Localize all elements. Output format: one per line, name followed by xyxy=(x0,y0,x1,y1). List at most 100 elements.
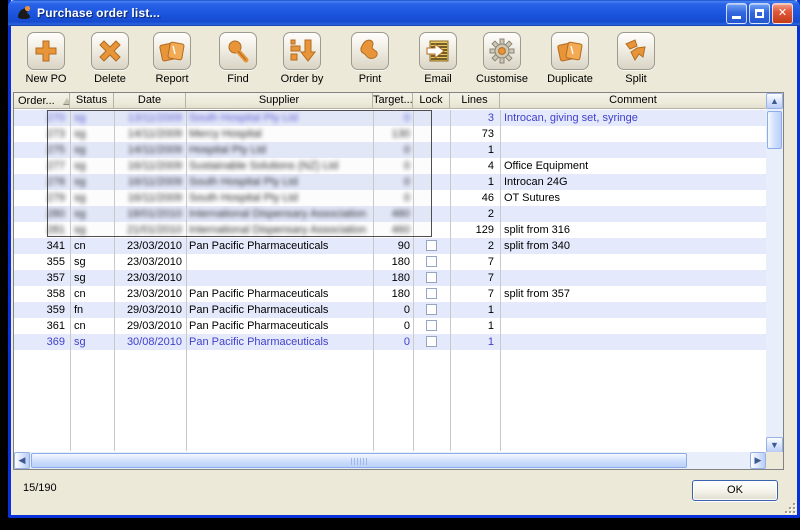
cell-date: 16/11/2009 xyxy=(114,158,186,174)
column-header-order[interactable]: Order... xyxy=(14,93,70,109)
toolbar-label: Report xyxy=(139,73,205,85)
table-row[interactable]: 270sg13/11/2009South Hospital Pty Ltd03I… xyxy=(14,110,766,126)
close-button[interactable]: ✕ xyxy=(772,3,793,24)
arrow-down-icon: ▼ xyxy=(770,441,779,450)
lock-checkbox[interactable] xyxy=(426,288,437,299)
lock-checkbox[interactable] xyxy=(426,256,437,267)
split-button[interactable]: Split xyxy=(603,32,669,85)
table-row[interactable]: 355sg23/03/20101807 xyxy=(14,254,766,270)
maximize-icon xyxy=(755,9,764,18)
cell-date: 13/11/2009 xyxy=(114,110,186,126)
cell-order: 361 xyxy=(14,318,70,334)
cell-lines: 46 xyxy=(450,190,500,206)
minimize-button[interactable] xyxy=(726,3,747,24)
scroll-down-button[interactable]: ▼ xyxy=(766,437,783,453)
lock-checkbox[interactable] xyxy=(426,272,437,283)
cell-target: 180 xyxy=(373,254,413,270)
column-header-lines[interactable]: Lines xyxy=(450,93,500,109)
duplicate-button[interactable]: Duplicate xyxy=(537,32,603,85)
delete-button[interactable]: Delete xyxy=(77,32,143,85)
cell-comment: Introcan, giving set, syringe xyxy=(500,110,766,126)
table-row[interactable]: 280sg18/01/2010International Dispensary … xyxy=(14,206,766,222)
maximize-button[interactable] xyxy=(749,3,770,24)
table-row[interactable]: 358cn23/03/2010Pan Pacific Pharmaceutica… xyxy=(14,286,766,302)
scroll-right-button[interactable]: ▶ xyxy=(750,452,766,469)
cell-comment xyxy=(500,334,766,350)
resize-grip[interactable] xyxy=(783,501,795,513)
cell-lock xyxy=(413,238,450,254)
email-button[interactable]: Email xyxy=(405,32,471,85)
lock-checkbox[interactable] xyxy=(426,336,437,347)
table-row[interactable]: 341cn23/03/2010Pan Pacific Pharmaceutica… xyxy=(14,238,766,254)
table-row[interactable]: 357sg23/03/20101807 xyxy=(14,270,766,286)
purchase-order-list-window: Purchase order list... ✕ New PO Delete R… xyxy=(8,0,800,518)
cell-target: 0 xyxy=(373,334,413,350)
ok-button[interactable]: OK xyxy=(692,480,778,501)
table-row[interactable]: 359fn29/03/2010Pan Pacific Pharmaceutica… xyxy=(14,302,766,318)
lock-checkbox[interactable] xyxy=(426,320,437,331)
cell-comment: split from 316 xyxy=(500,222,766,238)
cell-lock xyxy=(413,126,450,142)
cell-status: sg xyxy=(70,174,114,190)
lock-checkbox[interactable] xyxy=(426,304,437,315)
cell-order: 270 xyxy=(14,110,70,126)
table-row[interactable]: 275sg14/11/2009Hospital Pty Ltd01 xyxy=(14,142,766,158)
cell-date: 16/11/2009 xyxy=(114,174,186,190)
cell-target: 0 xyxy=(373,110,413,126)
column-header-comment[interactable]: Comment xyxy=(500,93,766,109)
cell-supplier: International Dispensary Association xyxy=(186,206,373,222)
table-row[interactable]: 277sg16/11/2009Sustainable Solutions (NZ… xyxy=(14,158,766,174)
cell-target: 130 xyxy=(373,126,413,142)
cell-supplier: South Hospital Pty Ltd xyxy=(186,174,373,190)
cell-lock xyxy=(413,270,450,286)
cell-order: 359 xyxy=(14,302,70,318)
scroll-up-button[interactable]: ▲ xyxy=(766,93,783,109)
cell-date: 18/01/2010 xyxy=(114,206,186,222)
cell-lock xyxy=(413,142,450,158)
column-header-status[interactable]: Status xyxy=(70,93,114,109)
print-icon xyxy=(357,38,383,64)
table-row[interactable]: 273sg14/11/2009Mercy Hospital13073 xyxy=(14,126,766,142)
scroll-left-button[interactable]: ◀ xyxy=(14,452,30,469)
table-rows: 270sg13/11/2009South Hospital Pty Ltd03I… xyxy=(14,110,766,453)
cell-supplier xyxy=(186,254,373,270)
table-row[interactable]: 279sg16/11/2009South Hospital Pty Ltd046… xyxy=(14,190,766,206)
find-button[interactable]: Find xyxy=(205,32,271,85)
table-row[interactable]: 278sg16/11/2009South Hospital Pty Ltd01I… xyxy=(14,174,766,190)
purchase-order-table: Order... Status Date Supplier Target... … xyxy=(13,92,784,470)
cell-comment: Introcan 24G xyxy=(500,174,766,190)
table-row[interactable]: 281sg21/01/2010International Dispensary … xyxy=(14,222,766,238)
column-header-lock[interactable]: Lock xyxy=(413,93,450,109)
new-po-button[interactable]: New PO xyxy=(13,32,79,85)
print-button[interactable]: Print xyxy=(337,32,403,85)
cell-date: 23/03/2010 xyxy=(114,286,186,302)
vertical-scroll-thumb[interactable] xyxy=(767,111,782,149)
cell-date: 23/03/2010 xyxy=(114,254,186,270)
horizontal-scrollbar[interactable]: ◀ ▶ xyxy=(14,452,766,469)
vertical-scrollbar[interactable]: ▲ ▼ xyxy=(766,93,783,453)
cell-lock xyxy=(413,190,450,206)
table-row[interactable]: 361cn29/03/2010Pan Pacific Pharmaceutica… xyxy=(14,318,766,334)
order-by-button[interactable]: Order by xyxy=(269,32,335,85)
cell-supplier: South Hospital Pty Ltd xyxy=(186,190,373,206)
column-header-target[interactable]: Target... xyxy=(373,93,413,109)
customise-button[interactable]: Customise xyxy=(469,32,535,85)
email-send-icon xyxy=(425,38,451,64)
cell-target: 480 xyxy=(373,206,413,222)
cell-lock xyxy=(413,174,450,190)
lock-checkbox[interactable] xyxy=(426,240,437,251)
report-button[interactable]: Report xyxy=(139,32,205,85)
horizontal-scroll-thumb[interactable] xyxy=(31,453,687,468)
table-row[interactable]: 369sg30/08/2010Pan Pacific Pharmaceutica… xyxy=(14,334,766,350)
column-header-date[interactable]: Date xyxy=(114,93,186,109)
cell-order: 281 xyxy=(14,222,70,238)
cell-date: 29/03/2010 xyxy=(114,302,186,318)
cell-supplier: Pan Pacific Pharmaceuticals xyxy=(186,238,373,254)
titlebar[interactable]: Purchase order list... ✕ xyxy=(8,0,800,26)
magnifier-icon xyxy=(225,38,251,64)
cell-target: 0 xyxy=(373,142,413,158)
cell-lock xyxy=(413,222,450,238)
cell-comment xyxy=(500,206,766,222)
column-header-supplier[interactable]: Supplier xyxy=(186,93,373,109)
arrow-left-icon: ◀ xyxy=(19,456,26,465)
